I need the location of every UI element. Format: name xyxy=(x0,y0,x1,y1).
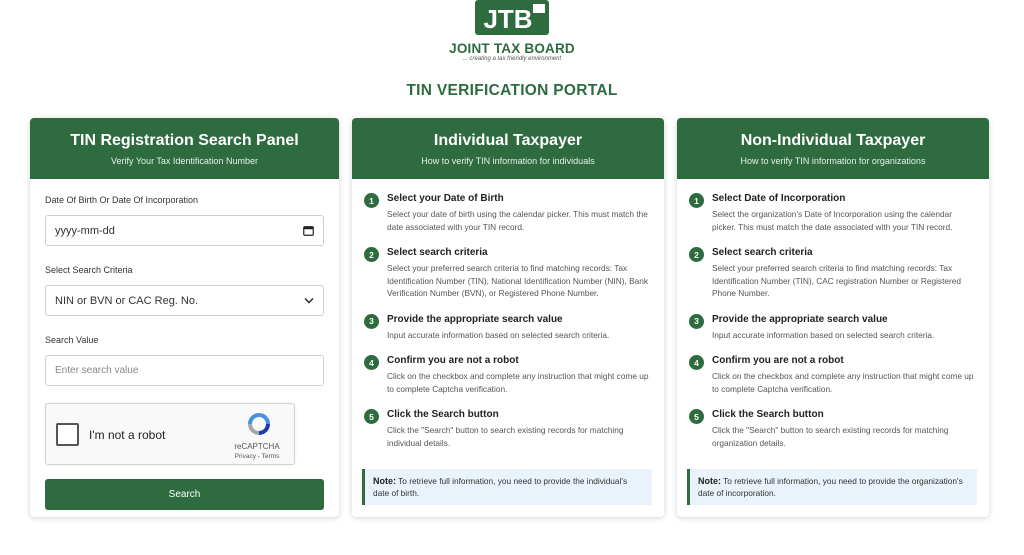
step-title: Select search criteria xyxy=(387,247,488,258)
step-title: Provide the appropriate search value xyxy=(712,313,888,325)
step-number-badge: 2 xyxy=(689,247,704,262)
note-label: Note: xyxy=(698,476,721,486)
individual-taxpayer-card: Individual Taxpayer How to verify TIN in… xyxy=(352,118,664,517)
individual-step-5: 5 Click the Search button Click the "Sea… xyxy=(364,408,652,449)
organization-card-title: Non-Individual Taxpayer xyxy=(740,132,926,149)
non-individual-taxpayer-card: Non-Individual Taxpayer How to verify TI… xyxy=(677,118,989,517)
search-value-label: Search Value xyxy=(45,335,99,345)
step-description: Click the "Search" button to search exis… xyxy=(387,425,624,448)
step-description: Select your date of birth using the cale… xyxy=(387,209,648,232)
organization-card-header: Non-Individual Taxpayer How to verify TI… xyxy=(677,118,989,179)
search-panel-title: TIN Registration Search Panel xyxy=(70,132,299,149)
criteria-select[interactable]: NIN or BVN or CAC Reg. No. xyxy=(45,285,324,316)
search-panel: TIN Registration Search Panel Verify You… xyxy=(30,118,339,517)
step-description: Select your preferred search criteria to… xyxy=(387,263,648,298)
org-tagline: ... creating a tax friendly environment xyxy=(462,56,562,62)
individual-note: Note: To retrieve full information, you … xyxy=(362,469,652,505)
step-number-badge: 4 xyxy=(689,355,704,370)
search-button[interactable]: Search xyxy=(45,479,324,510)
recaptcha-widget: I'm not a robot reCAPTCHA Privacy - Term… xyxy=(45,403,295,465)
dob-label: Date Of Birth Or Date Of Incorporation xyxy=(45,195,199,205)
jtb-logo-icon: JTB xyxy=(475,0,549,35)
step-description: Input accurate information based on sele… xyxy=(712,329,935,340)
recaptcha-icon xyxy=(248,413,270,435)
search-panel-subtitle: Verify Your Tax Identification Number xyxy=(111,156,258,166)
step-number-badge: 3 xyxy=(364,313,379,329)
step-description: Select your preferred search criteria to… xyxy=(712,263,961,298)
individual-step-4: 4 Confirm you are not a robot Click on t… xyxy=(364,354,652,395)
recaptcha-links[interactable]: Privacy - Terms xyxy=(222,453,292,460)
search-value-input[interactable]: Enter search value xyxy=(45,355,324,386)
step-title: Confirm you are not a robot xyxy=(712,355,844,366)
step-title: Select Date of Incorporation xyxy=(712,193,846,204)
step-number-badge: 3 xyxy=(689,313,704,329)
search-panel-header: TIN Registration Search Panel Verify You… xyxy=(30,118,339,179)
step-number-badge: 5 xyxy=(364,409,379,424)
step-description: Click on the checkbox and complete any i… xyxy=(712,371,974,394)
step-description: Select the organization's Date of Incorp… xyxy=(712,209,953,232)
organization-step-4: 4 Confirm you are not a robot Click on t… xyxy=(689,354,977,395)
step-title: Confirm you are not a robot xyxy=(387,355,519,366)
org-name: JOINT TAX BOARD xyxy=(449,41,575,56)
step-title: Click the Search button xyxy=(387,409,499,420)
organization-step-2: 2 Select search criteria Select your pre… xyxy=(689,246,977,300)
organization-step-1: 1 Select Date of Incorporation Select th… xyxy=(689,192,977,233)
individual-step-1: 1 Select your Date of Birth Select your … xyxy=(364,192,652,233)
calendar-icon[interactable] xyxy=(303,225,314,236)
page-title: TIN VERIFICATION PORTAL xyxy=(406,82,618,99)
criteria-label: Select Search Criteria xyxy=(45,265,133,275)
recaptcha-brand: reCAPTCHA xyxy=(234,442,280,451)
note-text: To retrieve full information, you need t… xyxy=(373,476,628,498)
step-description: Click the "Search" button to search exis… xyxy=(712,425,949,448)
dob-input[interactable]: yyyy-mm-dd xyxy=(45,215,324,246)
organization-note: Note: To retrieve full information, you … xyxy=(687,469,977,505)
individual-step-3: 3 Provide the appropriate search value I… xyxy=(364,313,652,342)
logo-text: JTB xyxy=(483,4,532,34)
organization-card-subtitle: How to verify TIN information for organi… xyxy=(740,156,926,166)
step-number-badge: 1 xyxy=(689,193,704,208)
step-number-badge: 5 xyxy=(689,409,704,424)
search-value-placeholder: Enter search value xyxy=(55,365,139,376)
step-description: Input accurate information based on sele… xyxy=(387,329,610,340)
step-title: Select your Date of Birth xyxy=(387,193,504,204)
criteria-select-value: NIN or BVN or CAC Reg. No. xyxy=(55,294,199,307)
recaptcha-label: I'm not a robot xyxy=(89,428,166,442)
chevron-down-icon xyxy=(304,298,314,304)
step-description: Click on the checkbox and complete any i… xyxy=(387,371,649,394)
individual-card-title: Individual Taxpayer xyxy=(433,132,583,149)
step-title: Provide the appropriate search value xyxy=(387,313,563,325)
step-number-badge: 2 xyxy=(364,247,379,262)
individual-card-header: Individual Taxpayer How to verify TIN in… xyxy=(352,118,664,179)
note-text: To retrieve full information, you need t… xyxy=(698,476,963,498)
step-title: Click the Search button xyxy=(712,409,824,420)
organization-step-5: 5 Click the Search button Click the "Sea… xyxy=(689,408,977,449)
jtb-logo: JTB JOINT TAX BOARD ... creating a tax f… xyxy=(447,0,577,64)
step-number-badge: 1 xyxy=(364,193,379,208)
step-title: Select search criteria xyxy=(712,247,813,258)
step-number-badge: 4 xyxy=(364,355,379,370)
dob-input-value: yyyy-mm-dd xyxy=(55,224,115,237)
individual-step-2: 2 Select search criteria Select your pre… xyxy=(364,246,652,300)
note-label: Note: xyxy=(373,476,396,486)
recaptcha-checkbox[interactable] xyxy=(56,423,79,446)
individual-card-subtitle: How to verify TIN information for indivi… xyxy=(421,156,595,166)
organization-step-3: 3 Provide the appropriate search value I… xyxy=(689,313,977,342)
